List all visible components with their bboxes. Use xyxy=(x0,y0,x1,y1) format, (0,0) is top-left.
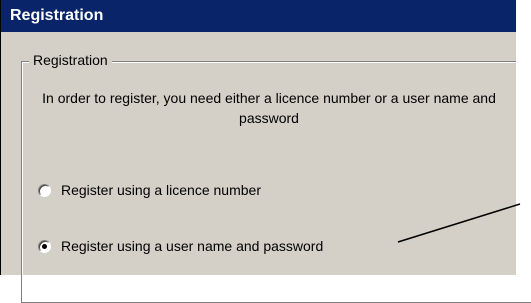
registration-dialog: Registration Registration In order to re… xyxy=(0,0,531,303)
window-title: Registration xyxy=(1,0,517,32)
username-password-option[interactable]: Register using a user name and password xyxy=(38,236,323,256)
groupbox-legend: Registration xyxy=(29,51,112,69)
licence-number-radio[interactable] xyxy=(38,183,51,197)
username-password-radio[interactable] xyxy=(38,239,51,253)
background-edge xyxy=(516,0,531,275)
licence-number-label[interactable]: Register using a licence number xyxy=(61,182,261,198)
licence-number-option[interactable]: Register using a licence number xyxy=(38,180,261,200)
username-password-label[interactable]: Register using a user name and password xyxy=(61,238,323,254)
registration-instructions: In order to register, you need either a … xyxy=(42,90,496,126)
